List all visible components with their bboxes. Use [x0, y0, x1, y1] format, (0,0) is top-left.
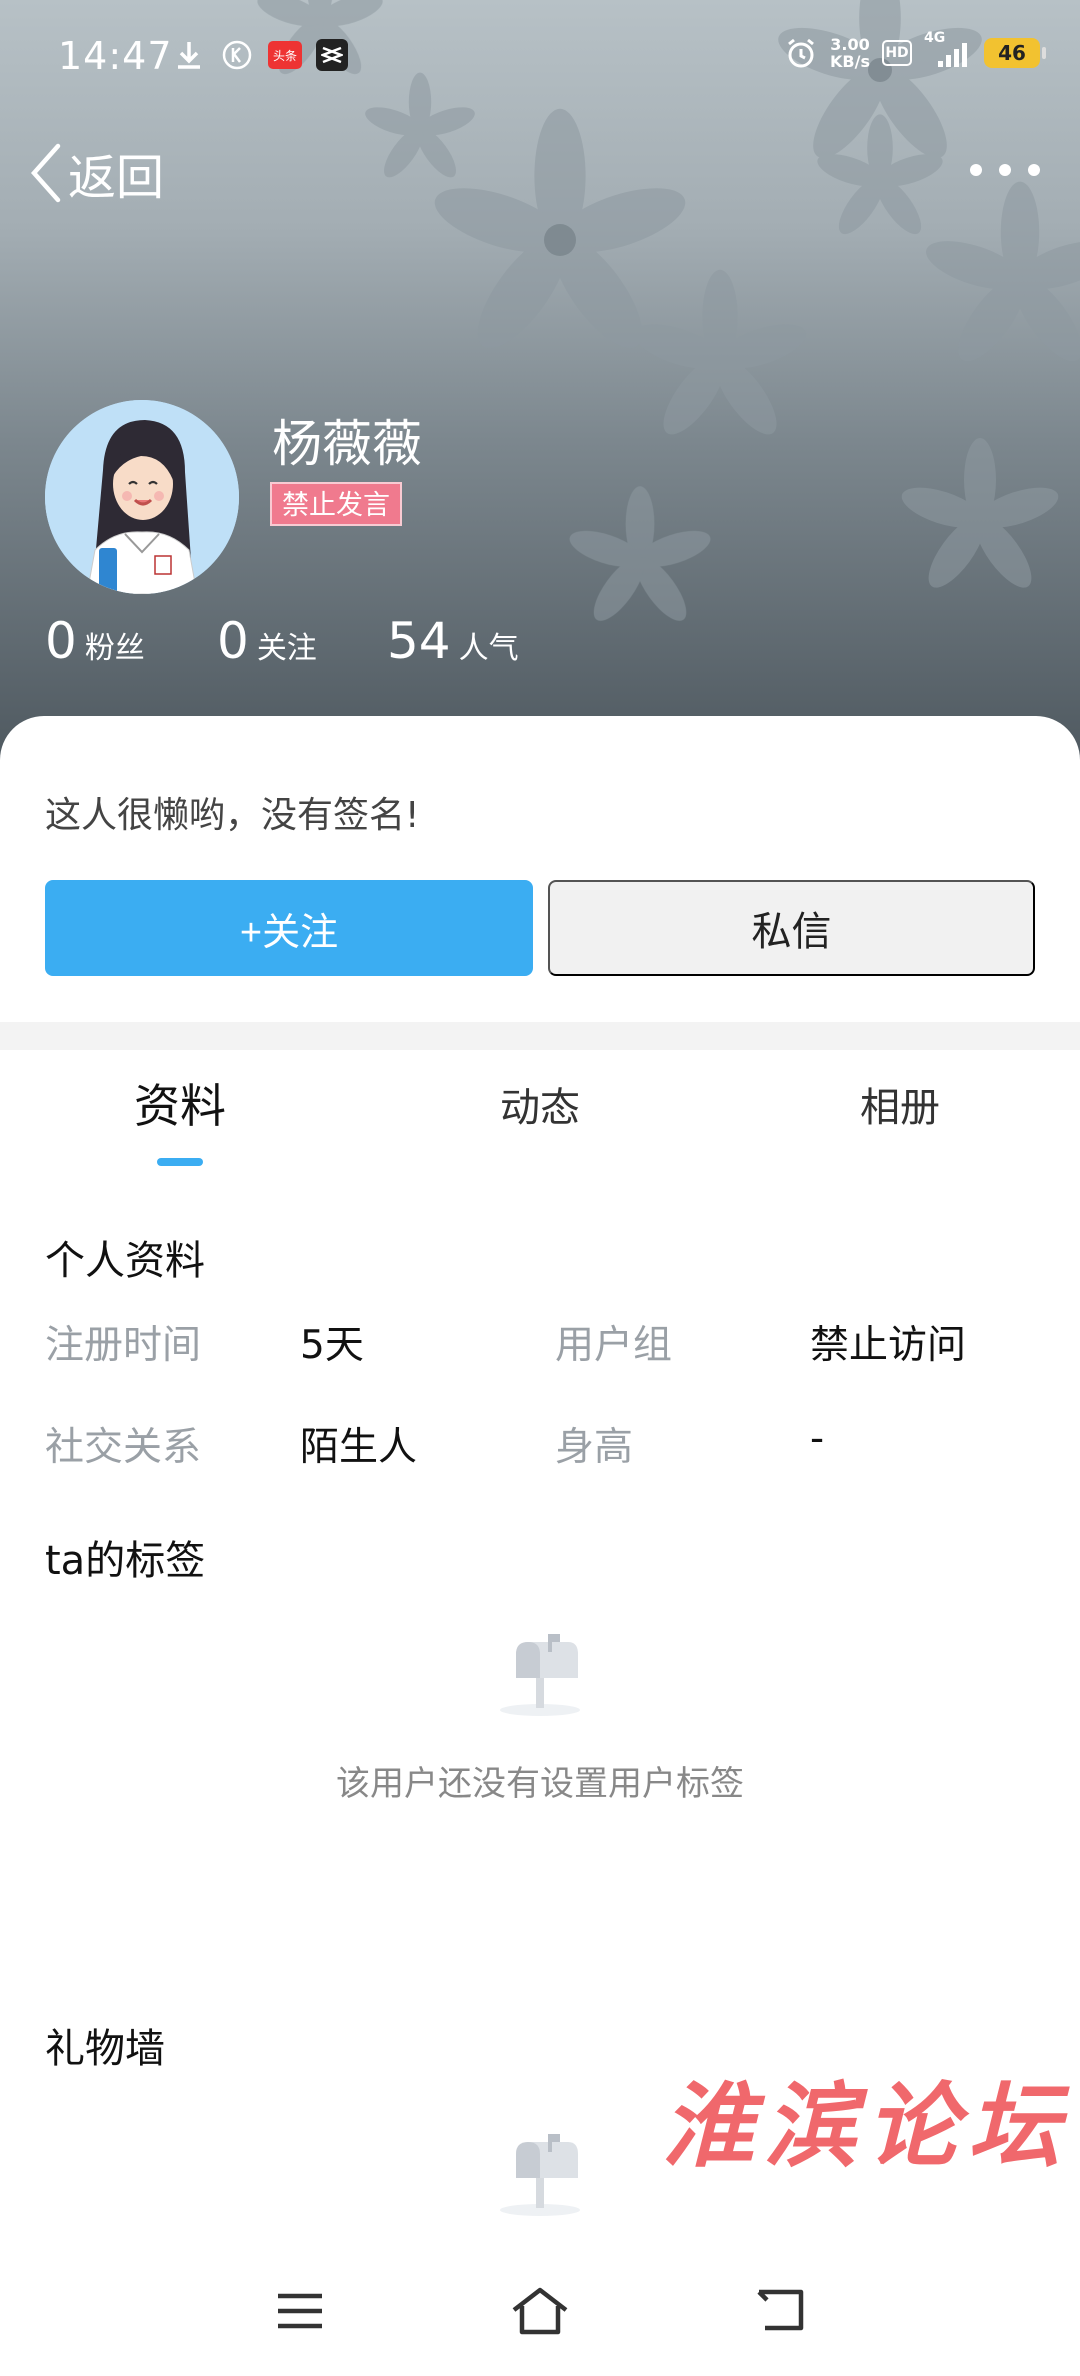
info-label-height: 身高	[555, 1425, 634, 1470]
chevron-left-icon	[30, 143, 61, 203]
tab-album[interactable]: 相册	[800, 1044, 1000, 1164]
tab-activity[interactable]: 动态	[440, 1044, 640, 1164]
download-icon	[172, 38, 206, 72]
network-speed-value: 3.00	[830, 35, 870, 54]
stat-fans[interactable]: 0 粉丝	[45, 612, 217, 670]
profile-tabs: 资料 动态 相册	[0, 1050, 1080, 1170]
system-navigation-bar	[0, 2256, 1080, 2376]
gift-wall-title: 礼物墙	[45, 2026, 165, 2072]
follow-button[interactable]: +关注	[45, 880, 533, 976]
status-right-icons: 3.00 KB/s HD 4G 46	[784, 30, 1046, 70]
tab-label: 动态	[500, 1085, 580, 1131]
profile-stats: 0 粉丝 0 关注 54 人气	[45, 612, 519, 670]
home-icon	[512, 2287, 568, 2335]
stat-popularity: 54 人气	[387, 612, 519, 670]
info-value-register-time: 5天	[300, 1323, 364, 1368]
stat-number: 54	[387, 612, 451, 670]
stat-label: 粉丝	[84, 631, 145, 666]
status-time: 14:47	[58, 34, 173, 78]
avatar[interactable]	[45, 400, 239, 594]
back-button[interactable]: 返回	[28, 138, 164, 208]
username: 杨薇薇	[272, 415, 422, 473]
battery-indicator: 46	[984, 38, 1046, 68]
personal-info-title: 个人资料	[45, 1238, 205, 1284]
back-nav-button[interactable]	[740, 2276, 820, 2346]
info-label-user-group: 用户组	[555, 1323, 673, 1368]
info-value-relationship: 陌生人	[300, 1425, 418, 1470]
stat-label: 关注	[256, 631, 317, 666]
status-badge: 禁止发言	[270, 482, 402, 526]
return-icon	[757, 2289, 804, 2331]
mailbox-icon	[500, 2134, 580, 2216]
stat-label: 人气	[458, 631, 519, 666]
stat-number: 0	[45, 612, 77, 670]
network-speed-unit: KB/s	[830, 52, 870, 71]
info-value-height: -	[810, 1416, 825, 1461]
menu-icon	[278, 2293, 322, 2329]
back-label: 返回	[68, 150, 165, 206]
profile-page: 14:47 头条 3.00 KB/s HD 4G 46 返回 杨薇薇 禁止发言 …	[0, 0, 1080, 2376]
home-button[interactable]	[500, 2276, 580, 2346]
message-button[interactable]: 私信	[548, 880, 1035, 976]
tab-label: 资料	[134, 1079, 226, 1133]
more-dot-icon	[1028, 164, 1040, 176]
status-left-icons: 头条	[172, 38, 348, 72]
stat-following[interactable]: 0 关注	[217, 612, 387, 670]
k-circle-icon	[220, 38, 254, 72]
tab-label: 相册	[860, 1085, 940, 1131]
stat-number: 0	[217, 612, 249, 670]
info-label-relationship: 社交关系	[45, 1425, 202, 1470]
alarm-icon	[784, 36, 818, 70]
toutiao-app-icon: 头条	[268, 41, 302, 69]
network-type: 4G	[924, 30, 946, 46]
more-dot-icon	[970, 164, 982, 176]
mailbox-icon	[500, 1634, 580, 1716]
tags-empty-state: 该用户还没有设置用户标签	[0, 1628, 1080, 1805]
info-value-user-group: 禁止访问	[810, 1323, 967, 1368]
hd-icon: HD	[882, 40, 912, 66]
info-label-register-time: 注册时间	[45, 1323, 202, 1368]
active-tab-indicator	[157, 1158, 203, 1166]
more-dot-icon	[999, 164, 1011, 176]
more-options-button[interactable]	[970, 148, 1040, 192]
signature-text: 这人很懒哟，没有签名!	[45, 795, 420, 836]
menu-button[interactable]	[260, 2276, 340, 2346]
capcut-app-icon	[316, 39, 348, 71]
status-bar: 14:47 头条 3.00 KB/s HD 4G 46	[0, 0, 1080, 110]
signal-icon: 4G	[924, 30, 972, 70]
tab-profile-info[interactable]: 资料	[80, 1058, 280, 1178]
avatar-illustration	[45, 400, 239, 594]
tags-title: ta的标签	[45, 1538, 206, 1584]
network-speed: 3.00 KB/s	[830, 36, 870, 70]
forum-watermark: 淮滨论坛	[662, 2072, 1071, 2180]
tags-empty-text: 该用户还没有设置用户标签	[336, 1764, 744, 1804]
